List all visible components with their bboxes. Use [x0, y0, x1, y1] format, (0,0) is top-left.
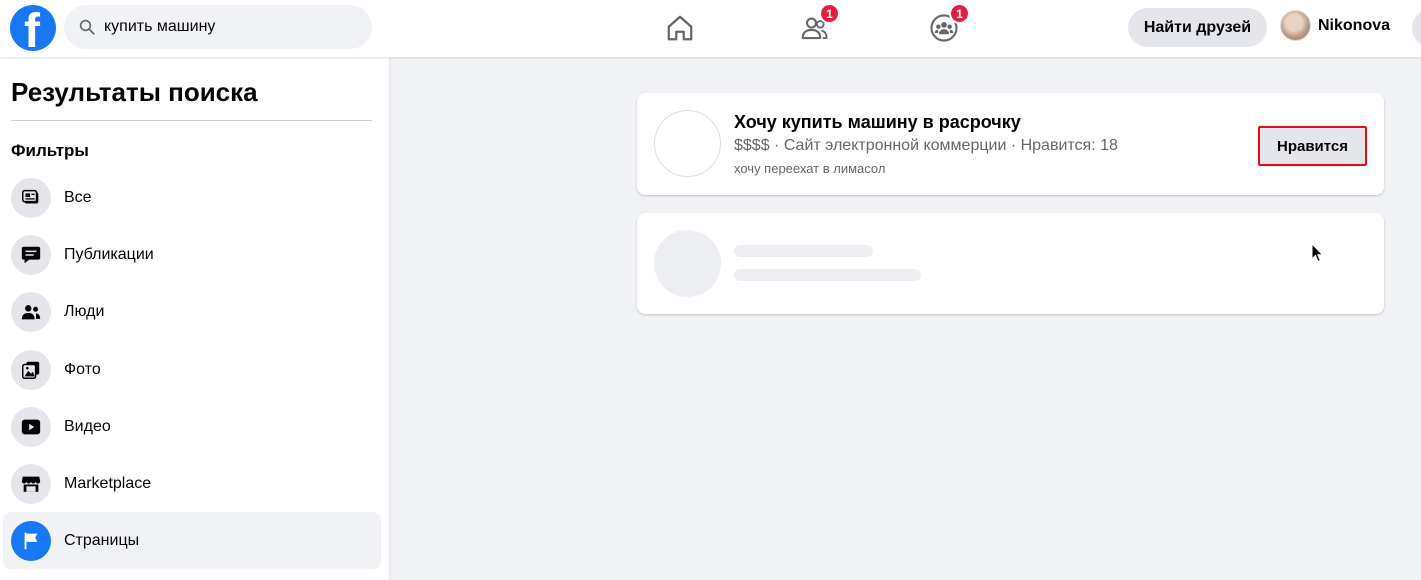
friends-tab[interactable]: 1 — [794, 3, 840, 46]
loading-avatar-placeholder — [654, 230, 721, 297]
speech-bubble-icon — [11, 234, 51, 275]
filters-heading: Фильтры — [11, 141, 89, 160]
top-navigation-bar: f 1 1 Найти друзей Nikonova — [0, 0, 1421, 57]
filter-item-label: Люди — [64, 302, 105, 320]
photo-icon — [11, 349, 51, 390]
home-icon — [667, 15, 693, 41]
divider — [11, 120, 372, 121]
filter-item-label: Видео — [64, 417, 111, 435]
posts-card-icon — [11, 177, 51, 218]
groups-tab[interactable]: 1 — [924, 3, 970, 46]
page-result-card[interactable]: Хочу купить машину в расрочку $$$$ · Сай… — [637, 93, 1384, 195]
filter-item-pages[interactable]: Страницы — [3, 512, 381, 569]
page-avatar[interactable] — [654, 110, 721, 177]
groups-notification-badge: 1 — [949, 3, 970, 24]
filter-item-all[interactable]: Все — [3, 169, 381, 226]
page-title-link[interactable]: Хочу купить машину в расрочку — [734, 112, 1021, 133]
filter-item-photos[interactable]: Фото — [3, 341, 381, 398]
page-description: хочу переехат в лимасол — [734, 161, 886, 176]
facebook-logo[interactable]: f — [10, 5, 56, 51]
search-filters-sidebar: Результаты поиска Фильтры Все Публикации… — [0, 57, 389, 580]
find-friends-button[interactable]: Найти друзей — [1128, 8, 1267, 47]
people-icon — [11, 291, 51, 332]
video-play-icon — [11, 406, 51, 447]
profile-link[interactable]: Nikonova — [1280, 10, 1390, 41]
menu-button[interactable] — [1412, 8, 1421, 48]
avatar — [1280, 10, 1311, 41]
filter-item-posts[interactable]: Публикации — [3, 226, 381, 283]
like-page-button[interactable]: Нравится — [1258, 126, 1367, 166]
search-input[interactable] — [104, 18, 354, 36]
page-title: Результаты поиска — [11, 77, 258, 107]
friends-notification-badge: 1 — [819, 3, 840, 24]
search-icon — [79, 19, 95, 35]
filter-item-videos[interactable]: Видео — [3, 398, 381, 455]
filter-item-label: Фото — [64, 360, 101, 378]
filter-item-marketplace[interactable]: Marketplace — [3, 455, 381, 512]
mouse-cursor-icon — [1311, 243, 1324, 263]
profile-name: Nikonova — [1318, 16, 1391, 34]
search-box[interactable] — [64, 5, 372, 49]
loading-title-placeholder — [734, 245, 873, 257]
filter-item-label: Страницы — [64, 531, 140, 549]
loading-subtitle-placeholder — [734, 269, 921, 281]
shop-icon — [11, 463, 51, 504]
filter-item-label: Marketplace — [64, 474, 152, 492]
home-tab[interactable] — [660, 10, 700, 46]
filter-item-label: Публикации — [64, 245, 154, 263]
filter-item-label: Все — [64, 188, 92, 206]
page-meta: $$$$ · Сайт электронной коммерции · Нрав… — [734, 137, 1118, 154]
flag-icon — [11, 520, 51, 561]
filter-item-people[interactable]: Люди — [3, 283, 381, 340]
loading-result-card — [637, 213, 1384, 314]
